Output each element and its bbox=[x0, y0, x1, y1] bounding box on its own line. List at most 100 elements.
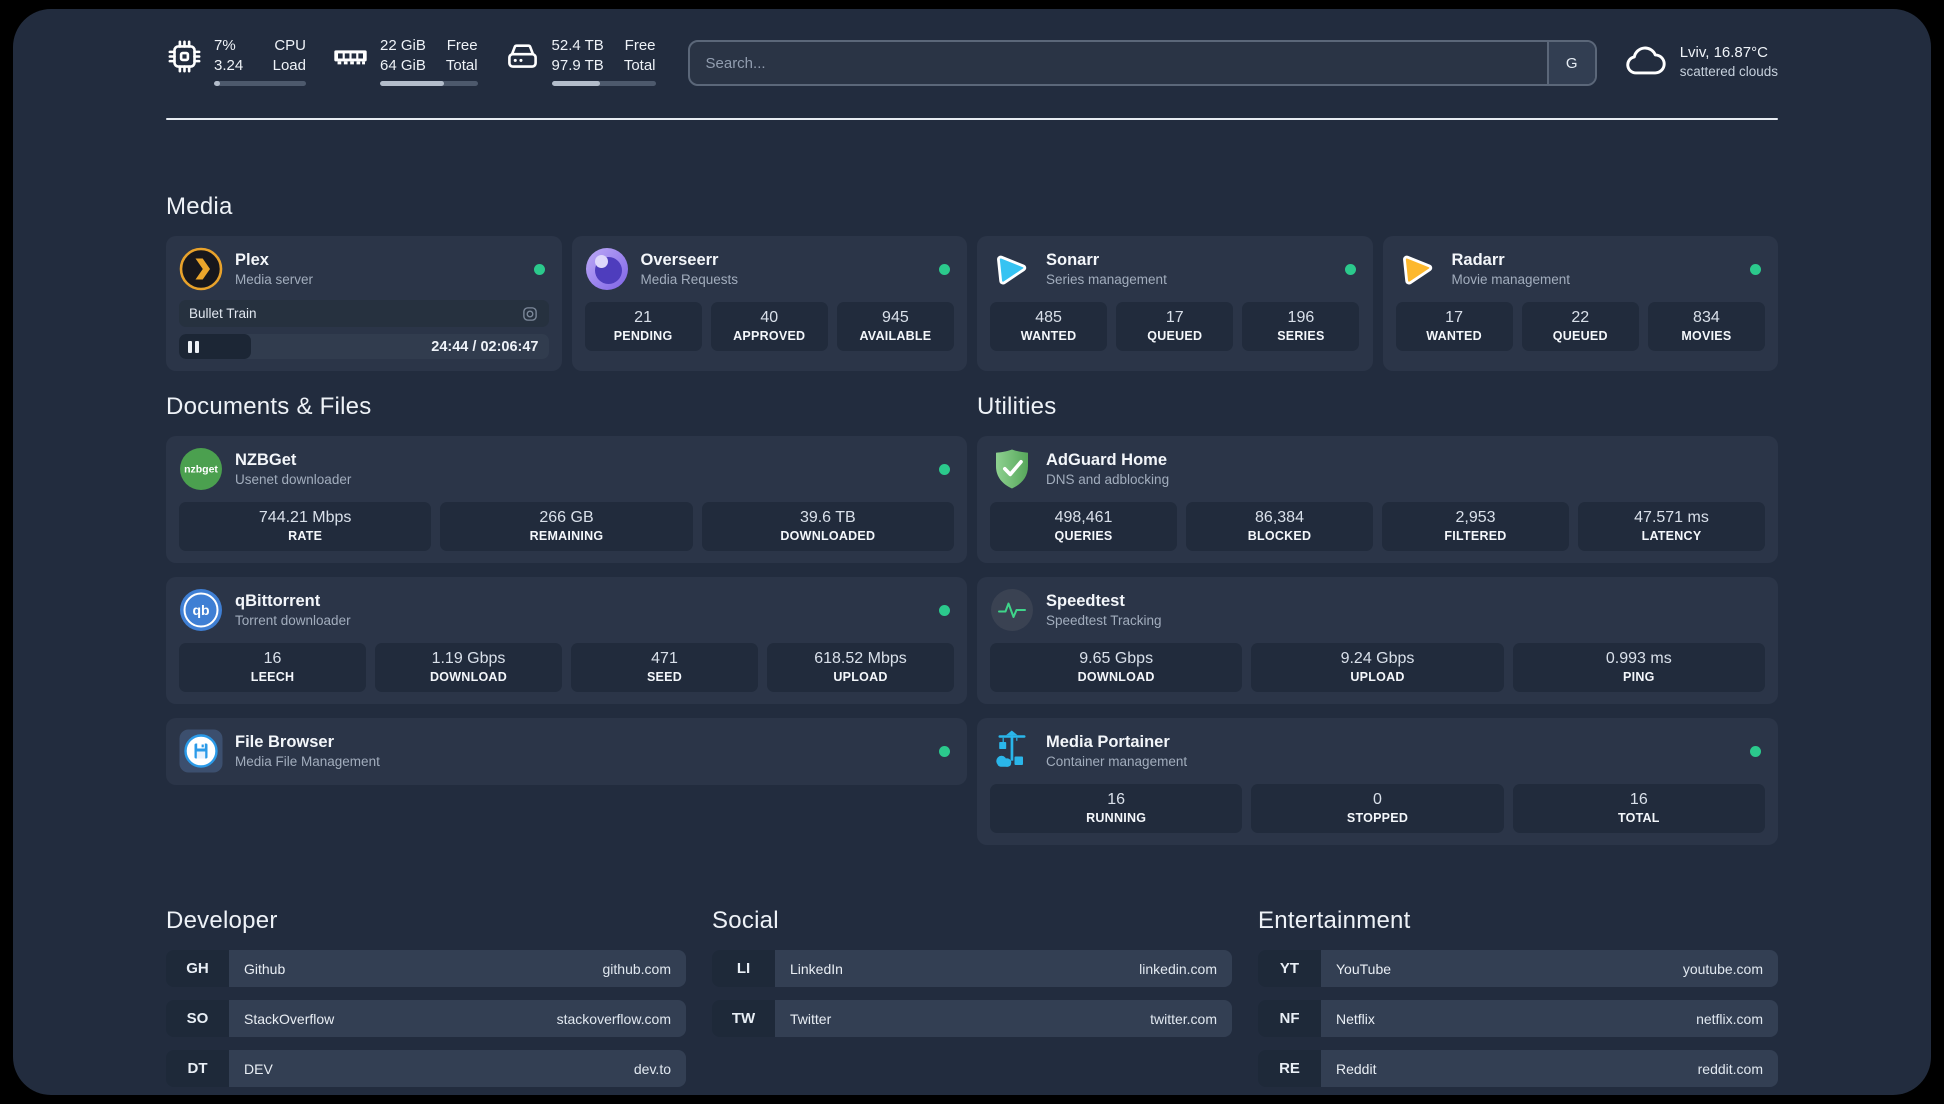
metric-value: 7% bbox=[214, 37, 236, 54]
stat-ping: 0.993 ms PING bbox=[1512, 643, 1765, 692]
bookmark-link-linkedin[interactable]: LI LinkedIn linkedin.com bbox=[712, 950, 1232, 987]
app-name: Speedtest bbox=[1046, 592, 1125, 610]
app-card-qbittorrent[interactable]: qb qBittorrent Torrent downloader 16 LEECH 1.… bbox=[166, 577, 967, 704]
metric-label: CPU bbox=[274, 37, 306, 54]
stat-label: APPROVED bbox=[733, 329, 806, 343]
pause-button[interactable] bbox=[188, 340, 199, 353]
app-card-radarr[interactable]: Radarr Movie management 17 WANTED 22 QUEUED 83… bbox=[1382, 236, 1778, 371]
bookmark-link-twitter[interactable]: TW Twitter twitter.com bbox=[712, 1000, 1232, 1037]
stat-value: 21 bbox=[634, 309, 652, 326]
stat-value: 22 bbox=[1571, 309, 1590, 326]
metric-value: 22 GiB bbox=[380, 37, 426, 54]
dashboard-page: 7% 3.24 CPU Load 22 GiB 64 GiB Free Total 52.4 T… bbox=[13, 9, 1931, 1095]
stat-label: WANTED bbox=[1020, 329, 1077, 343]
app-card-header: Radarr Movie management bbox=[1396, 247, 1766, 291]
speedtest-icon bbox=[990, 588, 1034, 632]
ram-icon bbox=[332, 38, 369, 75]
sonarr-icon bbox=[990, 247, 1034, 291]
stat-value: 16 bbox=[263, 650, 282, 667]
search-provider-button[interactable]: G bbox=[1546, 42, 1595, 84]
stat-value: 498,461 bbox=[1054, 509, 1113, 526]
system-metric-widget: 7% 3.24 CPU Load bbox=[166, 36, 306, 86]
playback-progress-fill bbox=[179, 334, 252, 359]
documents-app-stack: nzbget NZBGet Usenet downloader 744.21 Mbps… bbox=[166, 436, 967, 785]
bookmark-abbreviation: RE bbox=[1258, 1050, 1321, 1087]
bookmark-abbreviation: NF bbox=[1258, 1000, 1321, 1037]
metric-progress-bar bbox=[380, 81, 478, 86]
app-stats: 16 RUNNING 0 STOPPED 16 TOTAL bbox=[990, 784, 1765, 833]
stat-label: WANTED bbox=[1426, 329, 1482, 343]
app-card-plex[interactable]: Plex Media server Bullet Train 24:44 / 02:0… bbox=[166, 236, 562, 371]
app-card-overseerr[interactable]: Overseerr Media Requests 21 PENDING 40 APPROV… bbox=[571, 236, 967, 371]
stat-label: PING bbox=[1623, 670, 1655, 684]
two-column-area: Documents & Files nzbget NZBGet Usenet dow… bbox=[166, 393, 1778, 845]
search-input[interactable] bbox=[689, 42, 1547, 84]
stat-value: 16 bbox=[1629, 791, 1648, 808]
app-description: Speedtest Tracking bbox=[1046, 613, 1162, 628]
bookmark-url: stackoverflow.com bbox=[556, 1010, 671, 1027]
stat-wanted: 17 WANTED bbox=[1395, 302, 1513, 351]
app-card-adguard[interactable]: AdGuard Home DNS and adblocking 498,461 QUE… bbox=[977, 436, 1778, 563]
now-playing-title-row: Bullet Train bbox=[179, 300, 549, 327]
stat-label: REMAINING bbox=[529, 529, 604, 543]
bookmark-link-github[interactable]: GH Github github.com bbox=[166, 950, 686, 987]
stat-total: 16 TOTAL bbox=[1512, 784, 1765, 833]
bookmark-list: LI LinkedIn linkedin.com TW Twitter twitter.c… bbox=[712, 950, 1232, 1037]
weather-text: Lviv, 16.87°C scattered clouds bbox=[1680, 44, 1778, 79]
bookmark-groups: Developer GH Github github.com SO StackOverfl… bbox=[166, 907, 1778, 1095]
app-card-sonarr[interactable]: Sonarr Series management 485 WANTED 17 QUEUED… bbox=[977, 236, 1373, 371]
stat-value: 2,953 bbox=[1455, 509, 1496, 526]
metric-progress-fill bbox=[551, 81, 601, 86]
stat-label: LEECH bbox=[250, 670, 295, 684]
stat-movies: 834 MOVIES bbox=[1647, 302, 1765, 351]
app-card-header: nzbget NZBGet Usenet downloader bbox=[179, 447, 954, 491]
stat-label: SEED bbox=[646, 670, 683, 684]
utilities-app-stack: AdGuard Home DNS and adblocking 498,461 QUE… bbox=[977, 436, 1778, 845]
bookmark-link-netflix[interactable]: NF Netflix netflix.com bbox=[1258, 1000, 1778, 1037]
stat-queries: 498,461 QUERIES bbox=[990, 502, 1177, 551]
section-utilities: Utilities AdGuard Home DNS and adblocking… bbox=[977, 393, 1778, 845]
stat-value: 0.993 ms bbox=[1605, 650, 1672, 667]
system-metric-widget: 52.4 TB 97.9 TB Free Total bbox=[504, 36, 656, 86]
app-name: Overseerr bbox=[640, 251, 719, 269]
bookmark-link-reddit[interactable]: RE Reddit reddit.com bbox=[1258, 1050, 1778, 1087]
bookmark-link-dev[interactable]: DT DEV dev.to bbox=[166, 1050, 686, 1087]
weather-location: Lviv, 16.87°C bbox=[1679, 43, 1768, 61]
stat-rate: 744.21 Mbps RATE bbox=[179, 502, 432, 551]
app-card-header: Sonarr Series management bbox=[990, 247, 1360, 291]
app-card-nzbget[interactable]: nzbget NZBGet Usenet downloader 744.21 Mbps… bbox=[166, 436, 967, 563]
media-app-grid: Plex Media server Bullet Train 24:44 / 02:0… bbox=[166, 236, 1778, 371]
bookmark-link-stackoverflow[interactable]: SO StackOverflow stackoverflow.com bbox=[166, 1000, 686, 1037]
bookmark-abbreviation: YT bbox=[1258, 950, 1321, 987]
bookmark-url: youtube.com bbox=[1682, 960, 1763, 977]
bookmark-group-entertainment: Entertainment YT YouTube youtube.com NF Netfl… bbox=[1258, 907, 1778, 1087]
stat-value: 47.571 ms bbox=[1634, 509, 1709, 526]
playback-progress-bar: 24:44 / 02:06:47 bbox=[179, 334, 549, 359]
bookmark-url: twitter.com bbox=[1150, 1010, 1217, 1027]
bookmark-group-title: Developer bbox=[166, 907, 278, 934]
app-card-header: AdGuard Home DNS and adblocking bbox=[990, 447, 1765, 491]
topbar: 7% 3.24 CPU Load 22 GiB 64 GiB Free Total 52.4 T… bbox=[166, 9, 1778, 86]
stat-label: PENDING bbox=[613, 329, 673, 343]
stat-value: 9.24 Gbps bbox=[1340, 650, 1415, 667]
stat-label: RATE bbox=[288, 529, 323, 543]
weather-condition: scattered clouds bbox=[1679, 63, 1778, 79]
metric-progress-bar bbox=[551, 81, 656, 86]
app-card-filebrowser[interactable]: File Browser Media File Management bbox=[166, 718, 967, 785]
section-title-documents: Documents & Files bbox=[166, 393, 372, 420]
stat-value: 618.52 Mbps bbox=[814, 650, 907, 667]
app-card-portainer[interactable]: Media Portainer Container management 16 RUN… bbox=[977, 718, 1778, 845]
bookmark-group-title: Social bbox=[712, 907, 779, 934]
app-name: qBittorrent bbox=[235, 592, 321, 610]
stat-label: BLOCKED bbox=[1247, 529, 1312, 543]
bookmark-name: Reddit bbox=[1336, 1060, 1377, 1077]
app-stats: 21 PENDING 40 APPROVED 945 AVAILABLE bbox=[584, 302, 955, 351]
overseerr-icon bbox=[585, 247, 629, 291]
system-metrics: 7% 3.24 CPU Load 22 GiB 64 GiB Free Total 52.4 T… bbox=[166, 36, 656, 86]
weather-widget: Lviv, 16.87°C scattered clouds bbox=[1623, 39, 1778, 83]
stat-value: 17 bbox=[1445, 309, 1463, 326]
app-stats: 17 WANTED 22 QUEUED 834 MOVIES bbox=[1395, 302, 1766, 351]
app-card-speedtest[interactable]: Speedtest Speedtest Tracking 9.65 Gbps DOWN… bbox=[977, 577, 1778, 704]
bookmark-link-youtube[interactable]: YT YouTube youtube.com bbox=[1258, 950, 1778, 987]
status-dot-online bbox=[1344, 263, 1356, 275]
